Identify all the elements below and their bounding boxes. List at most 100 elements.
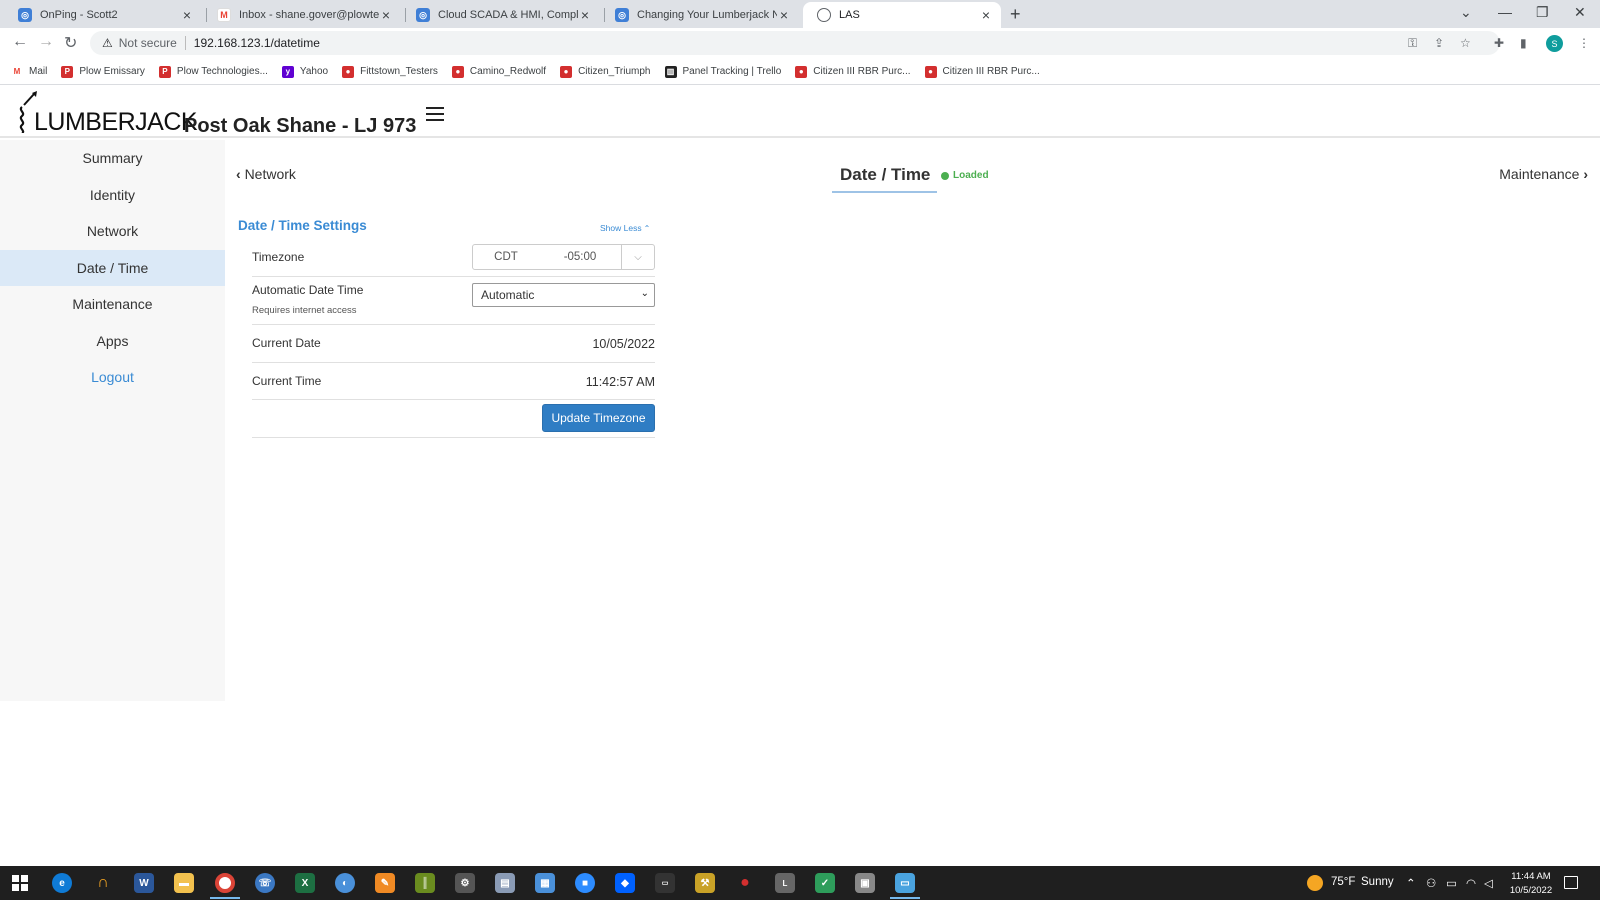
update-timezone-button[interactable]: Update Timezone: [542, 404, 655, 432]
calculator-icon[interactable]: ▦: [535, 873, 555, 893]
current-time-row: Current Time 11:42:57 AM: [252, 363, 655, 400]
share-icon[interactable]: ⇪: [1434, 36, 1444, 50]
wifi-icon[interactable]: ◠: [1466, 876, 1476, 890]
new-tab-icon[interactable]: +: [1010, 4, 1021, 25]
sidebar-item-logout[interactable]: Logout: [0, 359, 225, 396]
key-icon[interactable]: ⚿: [1408, 36, 1417, 51]
url-text: 192.168.123.1/datetime: [193, 36, 320, 50]
close-icon[interactable]: ×: [379, 7, 393, 23]
show-less-label: Show Less: [600, 223, 642, 233]
bookmark-item[interactable]: ● Citizen_Triumph: [560, 65, 651, 78]
current-time-value: 11:42:57 AM: [585, 375, 655, 389]
bookmark-item[interactable]: P Plow Emissary: [61, 65, 145, 78]
sidebar-item-date-time[interactable]: Date / Time: [0, 249, 225, 286]
vpn-icon[interactable]: ◐: [335, 873, 355, 893]
clock-date: 10/5/2022: [1509, 885, 1553, 896]
extensions-icon[interactable]: ✚: [1494, 36, 1504, 50]
weather-sunny-icon[interactable]: [1307, 875, 1323, 891]
chevron-up-icon: ⌃: [643, 223, 651, 233]
star-icon[interactable]: ☆: [1460, 36, 1471, 50]
browser-tab[interactable]: ◎ OnPing - Scott2 ×: [4, 2, 202, 28]
bookmark-item[interactable]: P Plow Technologies...: [158, 65, 268, 78]
restore-icon[interactable]: ❐: [1536, 4, 1549, 21]
close-icon[interactable]: ×: [777, 7, 791, 23]
snip-tool-icon[interactable]: ✎: [375, 873, 395, 893]
weather-temp[interactable]: 75°F: [1331, 876, 1355, 888]
hamburger-menu-icon[interactable]: [426, 107, 444, 123]
bookmark-item[interactable]: ● Fittstown_Testers: [342, 65, 438, 78]
headphones-icon[interactable]: ∩: [93, 873, 113, 893]
battery-icon[interactable]: ▭: [1446, 876, 1457, 890]
show-less-toggle[interactable]: Show Less ⌃: [600, 223, 650, 233]
bars-app-icon[interactable]: ║: [415, 873, 435, 893]
close-icon[interactable]: ×: [578, 7, 592, 23]
bookmark-item[interactable]: ● Citizen III RBR Purc...: [924, 65, 1040, 78]
side-panel-icon[interactable]: ▮: [1520, 36, 1527, 50]
red-app-icon[interactable]: ●: [735, 873, 755, 893]
chevron-right-icon: ›: [1583, 166, 1588, 182]
phone-app-icon[interactable]: ☏: [255, 873, 275, 893]
terminal-app-icon[interactable]: ▭: [895, 873, 915, 893]
avatar[interactable]: S: [1546, 35, 1563, 52]
bookmark-item[interactable]: ● Camino_Redwolf: [451, 65, 546, 78]
map-pin-icon: ●: [451, 65, 464, 78]
bookmark-item[interactable]: M Mail: [11, 66, 48, 78]
prev-page-link[interactable]: ‹ Network: [236, 166, 296, 182]
sidebar-item-summary[interactable]: Summary: [0, 140, 225, 177]
settings-gear-icon[interactable]: ⚙: [455, 873, 475, 893]
bookmark-item[interactable]: ● Citizen III RBR Purc...: [795, 65, 911, 78]
zoom-icon[interactable]: ■: [575, 873, 595, 893]
page-title: Date / Time: [840, 165, 931, 184]
taskbar-clock[interactable]: 11:44 AM 10/5/2022: [1506, 870, 1556, 898]
volume-icon[interactable]: ◁: [1484, 876, 1493, 890]
lumberjack-logo[interactable]: LUMBERJACK: [18, 91, 198, 136]
automatic-date-time-select[interactable]: Automatic ⌄: [472, 283, 655, 307]
browser-tab[interactable]: ◎ Changing Your Lumberjack Netw ×: [601, 2, 799, 28]
timezone-select[interactable]: CDT -05:00 ⌵: [472, 244, 655, 270]
tab-search-icon[interactable]: ⌄: [1460, 4, 1472, 21]
tools-app-icon[interactable]: ⚒: [695, 873, 715, 893]
sidebar-item-apps[interactable]: Apps: [0, 323, 225, 360]
weather-desc[interactable]: Sunny: [1361, 876, 1394, 888]
next-page-label: Maintenance: [1499, 166, 1580, 182]
reload-icon[interactable]: ↻: [64, 33, 77, 53]
sidebar-item-maintenance[interactable]: Maintenance: [0, 286, 225, 323]
utility-app-icon[interactable]: ▣: [855, 873, 875, 893]
excel-icon[interactable]: X: [295, 873, 315, 893]
device-app-icon[interactable]: ▭: [655, 873, 675, 893]
windows-start-icon[interactable]: [12, 875, 28, 891]
notification-icon[interactable]: [1564, 876, 1578, 889]
chevron-down-icon[interactable]: ⌵: [621, 245, 654, 269]
minimize-icon[interactable]: —: [1498, 4, 1512, 20]
back-icon[interactable]: ←: [12, 33, 28, 51]
forward-icon[interactable]: →: [38, 33, 54, 51]
window-close-icon[interactable]: ✕: [1574, 4, 1586, 21]
edge-icon[interactable]: e: [52, 873, 72, 893]
logo-text: LUMBERJACK: [34, 108, 198, 136]
logo-app-icon[interactable]: L: [775, 873, 795, 893]
word-icon[interactable]: W: [134, 873, 154, 893]
browser-tab[interactable]: ◎ Cloud SCADA & HMI, Completely ×: [402, 2, 600, 28]
automatic-date-time-hint: Requires internet access: [252, 305, 357, 316]
dropbox-icon[interactable]: ◆: [615, 873, 635, 893]
sidebar-item-identity[interactable]: Identity: [0, 177, 225, 214]
automatic-date-time-row: Automatic Date Time Requires internet ac…: [252, 277, 655, 325]
site-title: Post Oak Shane - LJ 973: [184, 115, 417, 137]
bookmark-item[interactable]: y Yahoo: [281, 65, 328, 78]
chrome-icon[interactable]: [215, 873, 235, 893]
browser-tab-active[interactable]: LAS ×: [803, 2, 1001, 28]
browser-tab[interactable]: M Inbox - shane.gover@plowtech.n ×: [203, 2, 401, 28]
tray-chevron-icon[interactable]: ⌃: [1406, 876, 1416, 890]
menu-dots-icon[interactable]: ⋮: [1578, 36, 1590, 50]
chart-app-icon[interactable]: ▤: [495, 873, 515, 893]
address-bar[interactable]: ⚠ Not secure 192.168.123.1/datetime: [90, 31, 1500, 55]
sidebar-item-network[interactable]: Network: [0, 213, 225, 250]
tray-app-icon[interactable]: ⚇: [1426, 876, 1436, 890]
bookmark-item[interactable]: ▥ Panel Tracking | Trello: [664, 65, 781, 78]
notes-app-icon[interactable]: ✓: [815, 873, 835, 893]
file-explorer-icon[interactable]: ▬: [174, 873, 194, 893]
close-icon[interactable]: ×: [180, 7, 194, 23]
close-icon[interactable]: ×: [979, 7, 993, 23]
next-page-link[interactable]: Maintenance ›: [1499, 166, 1588, 182]
security-label: Not secure: [118, 36, 177, 50]
